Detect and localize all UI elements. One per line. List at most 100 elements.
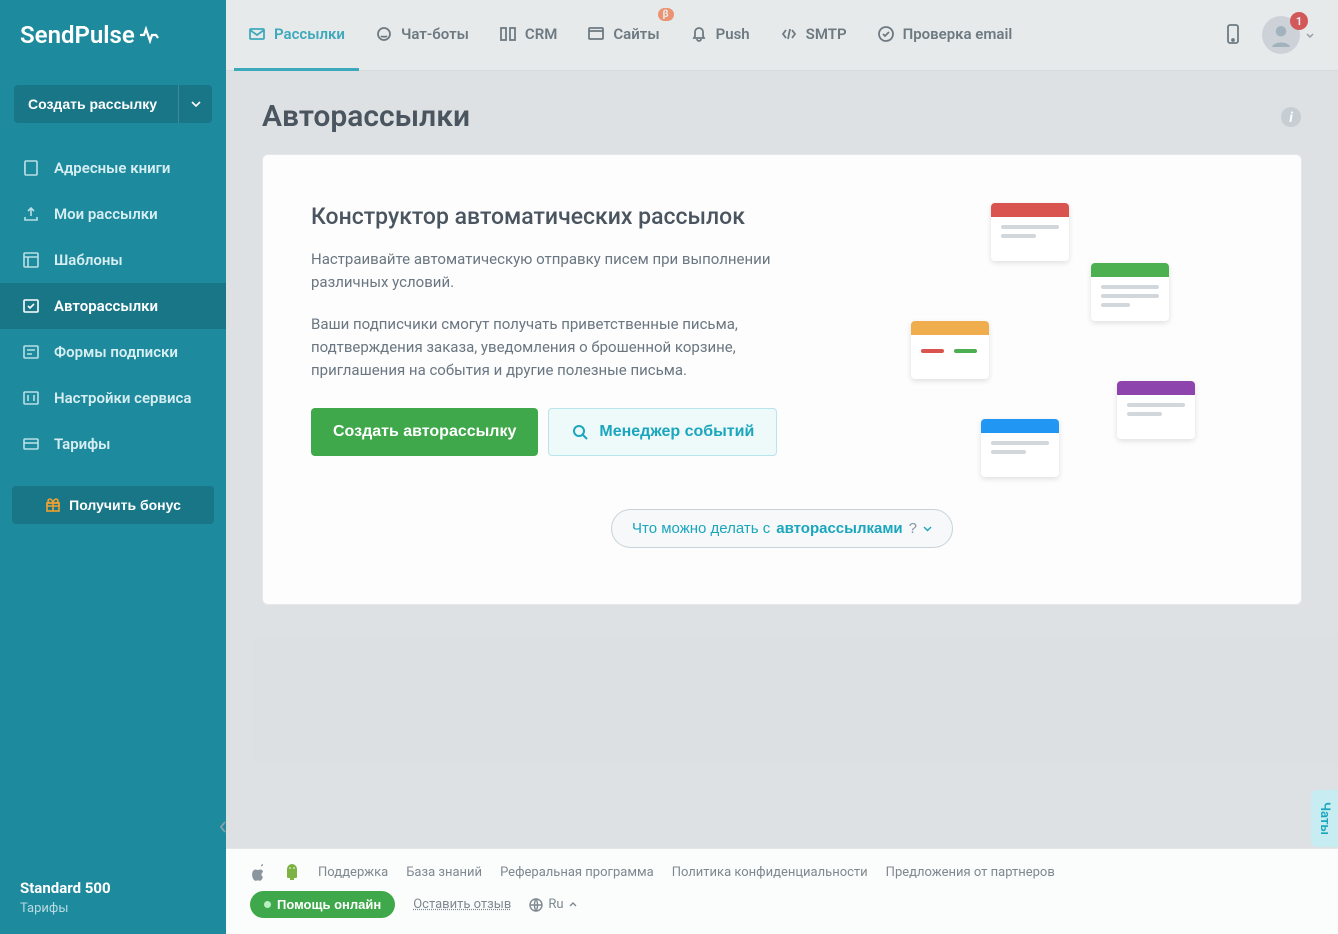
nav-label: Чат-боты xyxy=(401,25,469,43)
apple-icon[interactable] xyxy=(250,863,266,881)
illus-window-purple xyxy=(1117,381,1195,439)
sidebar-item-subscription-forms[interactable]: Формы подписки xyxy=(0,329,226,375)
android-icon[interactable] xyxy=(284,863,300,881)
brand-text: SendPulse xyxy=(20,21,135,49)
sidebar-item-my-campaigns[interactable]: Мои рассылки xyxy=(0,191,226,237)
brand-logo[interactable]: SendPulse xyxy=(20,21,161,49)
templates-icon xyxy=(22,251,40,269)
nav-item-chatbots[interactable]: Чат-боты xyxy=(361,0,483,71)
help-online-label: Помощь онлайн xyxy=(277,897,381,912)
event-manager-button[interactable]: Менеджер событий xyxy=(548,408,777,456)
sidebar-item-label: Формы подписки xyxy=(54,343,178,361)
check-circle-icon xyxy=(877,25,895,43)
crm-icon xyxy=(499,25,517,43)
hint-prefix: Что можно делать с xyxy=(632,520,770,537)
footer-link-support[interactable]: Поддержка xyxy=(318,865,388,880)
sidebar-footer: Standard 500 Тарифы xyxy=(0,865,226,934)
code-icon xyxy=(780,25,798,43)
footer-link-kb[interactable]: База знаний xyxy=(406,865,482,880)
nav-label: Сайты xyxy=(613,25,659,43)
chatbot-icon xyxy=(375,25,393,43)
page-title: Авторассылки xyxy=(262,99,470,134)
illus-window-red xyxy=(991,203,1069,261)
nav-item-push[interactable]: Push xyxy=(676,0,764,71)
online-dot-icon xyxy=(264,901,271,908)
logo-area: SendPulse xyxy=(0,0,226,71)
plan-name[interactable]: Standard 500 xyxy=(20,879,206,897)
sidebar-item-templates[interactable]: Шаблоны xyxy=(0,237,226,283)
globe-icon xyxy=(529,898,543,912)
intro-card: Конструктор автоматических рассылок Наст… xyxy=(262,154,1302,605)
help-online-button[interactable]: Помощь онлайн xyxy=(250,891,395,918)
sidebar-item-service-settings[interactable]: Настройки сервиса xyxy=(0,375,226,421)
nav-item-email[interactable]: Рассылки xyxy=(234,0,359,71)
settings-panel-icon xyxy=(22,389,40,407)
automation-icon xyxy=(22,297,40,315)
create-automation-button[interactable]: Создать авторассылку xyxy=(311,408,538,456)
bonus-label: Получить бонус xyxy=(69,497,181,513)
outbox-icon xyxy=(22,205,40,223)
card-paragraph-1: Настраивайте автоматическую отправку пис… xyxy=(311,248,791,295)
top-nav: Рассылки Чат-боты CRM Сайты β Push xyxy=(226,0,1338,71)
leave-review-link[interactable]: Оставить отзыв xyxy=(413,897,511,912)
plan-sublink[interactable]: Тарифы xyxy=(20,901,206,916)
illus-window-green xyxy=(1091,263,1169,321)
sidebar-item-automations[interactable]: Авторассылки xyxy=(0,283,226,329)
sidebar-item-label: Настройки сервиса xyxy=(54,389,191,407)
nav-item-crm[interactable]: CRM xyxy=(485,0,571,71)
card-title: Конструктор автоматических рассылок xyxy=(311,203,831,230)
sidebar: SendPulse Создать рассылку Адресные книг… xyxy=(0,0,226,934)
card-paragraph-2: Ваши подписчики смогут получать приветст… xyxy=(311,313,791,383)
gift-icon xyxy=(45,497,61,513)
mobile-icon[interactable] xyxy=(1226,23,1242,47)
sidebar-item-label: Мои рассылки xyxy=(54,205,158,223)
create-campaign-dropdown[interactable] xyxy=(178,85,212,123)
nav-item-smtp[interactable]: SMTP xyxy=(766,0,861,71)
nav-item-sites[interactable]: Сайты β xyxy=(573,0,673,71)
forms-icon xyxy=(22,343,40,361)
footer-link-referral[interactable]: Реферальная программа xyxy=(500,865,654,880)
sidebar-nav: Адресные книги Мои рассылки Шаблоны Авто… xyxy=(0,131,226,476)
address-book-icon xyxy=(22,159,40,177)
nav-label: SMTP xyxy=(806,25,847,43)
caret-up-icon xyxy=(569,902,577,907)
sites-icon xyxy=(587,25,605,43)
nav-label: CRM xyxy=(525,25,557,43)
sidebar-item-label: Шаблоны xyxy=(54,251,123,269)
mail-icon xyxy=(248,25,266,43)
chats-tab[interactable]: Чаты xyxy=(1311,790,1338,847)
illus-window-blue xyxy=(981,419,1059,477)
notification-badge: 1 xyxy=(1290,12,1308,30)
what-can-i-do-dropdown[interactable]: Что можно делать с авторассылками ? xyxy=(611,509,953,548)
caret-down-icon xyxy=(1306,33,1314,38)
footer-link-privacy[interactable]: Политика конфиденциальности xyxy=(672,865,868,880)
footer: Поддержка База знаний Реферальная програ… xyxy=(226,848,1338,934)
event-manager-label: Менеджер событий xyxy=(599,423,754,441)
chevron-down-icon xyxy=(191,101,201,107)
info-icon[interactable]: i xyxy=(1280,106,1302,128)
nav-label: Push xyxy=(716,25,750,43)
lang-label: Ru xyxy=(548,897,563,912)
beta-badge: β xyxy=(658,8,674,21)
hint-question-mark: ? xyxy=(909,520,917,537)
automation-illustration xyxy=(871,203,1253,463)
create-campaign-button-group: Создать рассылку xyxy=(14,85,212,123)
sidebar-item-pricing[interactable]: Тарифы xyxy=(0,421,226,467)
nav-label: Рассылки xyxy=(274,25,345,43)
language-picker[interactable]: Ru xyxy=(529,897,576,912)
pulse-icon xyxy=(139,26,161,44)
sidebar-item-label: Авторассылки xyxy=(54,297,158,315)
card-icon xyxy=(22,435,40,453)
create-campaign-button[interactable]: Создать рассылку xyxy=(14,85,178,123)
nav-label: Проверка email xyxy=(903,25,1013,43)
illus-window-yellow xyxy=(911,321,989,379)
sidebar-item-label: Тарифы xyxy=(54,435,110,453)
main-area: Рассылки Чат-боты CRM Сайты β Push xyxy=(226,0,1338,934)
nav-item-email-verify[interactable]: Проверка email xyxy=(863,0,1027,71)
get-bonus-button[interactable]: Получить бонус xyxy=(12,486,214,524)
footer-link-partners[interactable]: Предложения от партнеров xyxy=(886,865,1055,880)
caret-down-icon xyxy=(923,526,932,532)
user-menu[interactable]: 1 xyxy=(1262,16,1314,54)
sidebar-item-address-books[interactable]: Адресные книги xyxy=(0,145,226,191)
hint-strong: авторассылками xyxy=(776,520,902,537)
